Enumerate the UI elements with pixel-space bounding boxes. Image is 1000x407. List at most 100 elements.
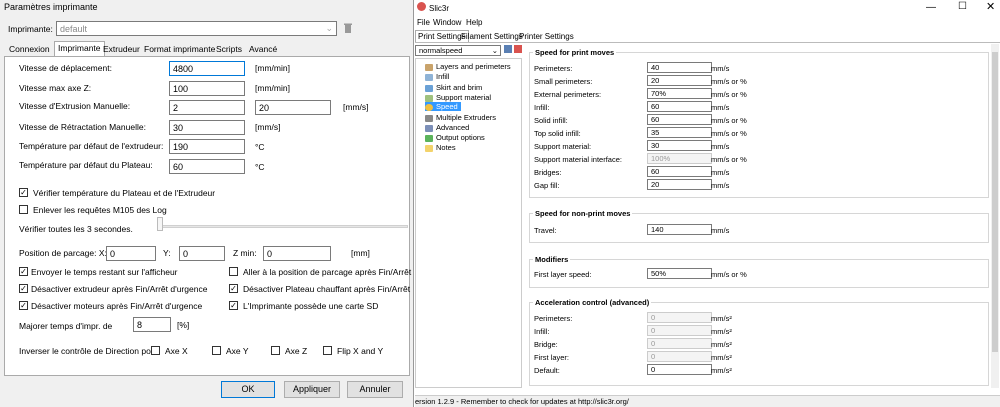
print-move-label: Bridges: xyxy=(534,168,562,177)
tree-item-speed[interactable]: Speed xyxy=(425,102,461,111)
accel-input[interactable]: 0 xyxy=(647,338,712,349)
menu-help[interactable]: Help xyxy=(466,18,482,27)
print-move-input[interactable]: 60 xyxy=(647,166,712,177)
tab-printer-settings[interactable]: Printer Settings xyxy=(519,32,574,41)
check-interval-slider[interactable] xyxy=(158,225,408,228)
travel-speed-input[interactable]: 4800 xyxy=(169,61,245,76)
manual-extrusion-input-2[interactable]: 20 xyxy=(255,100,331,115)
park-y-input[interactable]: 0 xyxy=(179,246,225,261)
print-move-unit: mm/s or % xyxy=(711,77,747,86)
extruder-temp-input[interactable]: 190 xyxy=(169,139,245,154)
flip-xy-checkbox[interactable] xyxy=(323,346,332,355)
scrollbar-thumb[interactable] xyxy=(992,52,998,352)
bed-temp-input[interactable]: 60 xyxy=(169,159,245,174)
check-temp-label: Vérifier température du Plateau et de l'… xyxy=(33,188,216,198)
check-temp-checkbox[interactable]: ✓ xyxy=(19,188,28,197)
close-icon[interactable]: ✕ xyxy=(986,0,995,13)
apply-button[interactable]: Appliquer xyxy=(284,381,340,398)
output-icon xyxy=(425,134,433,142)
park-z-input[interactable]: 0 xyxy=(263,246,331,261)
tree-item-multiple-extruders[interactable]: Multiple Extruders xyxy=(425,113,496,122)
accel-input[interactable]: 0 xyxy=(647,312,712,323)
minimize-icon[interactable]: — xyxy=(926,2,936,13)
retraction-label: Vitesse de Rétractation Manuelle: xyxy=(19,122,146,132)
slic3r-window: Slic3r — ☐ ✕ File Window Help Print Sett… xyxy=(415,0,1000,407)
accel-label: First layer: xyxy=(534,353,570,362)
remove-m105-label: Enlever les requêtes M105 des Log xyxy=(33,205,167,215)
print-move-input[interactable]: 40 xyxy=(647,62,712,73)
ok-button[interactable]: OK xyxy=(221,381,275,398)
zmax-unit: [mm/min] xyxy=(255,83,290,93)
trash-icon[interactable] xyxy=(344,23,352,33)
go-park-checkbox[interactable] xyxy=(229,267,238,276)
first-layer-speed-input[interactable]: 50% xyxy=(647,268,712,279)
maximize-icon[interactable]: ☐ xyxy=(958,1,967,12)
print-move-input[interactable]: 20 xyxy=(647,179,712,190)
printer-label: Imprimante: xyxy=(8,24,53,34)
acceleration-group xyxy=(529,302,989,386)
disable-extruder-checkbox[interactable]: ✓ xyxy=(19,284,28,293)
print-move-input[interactable]: 20 xyxy=(647,75,712,86)
print-move-label: External perimeters: xyxy=(534,90,602,99)
printer-select[interactable]: default ⌄ xyxy=(56,21,337,36)
preset-select[interactable]: normalspeed ⌄ xyxy=(415,45,501,56)
save-preset-icon[interactable] xyxy=(504,45,512,53)
axe-y-checkbox[interactable] xyxy=(212,346,221,355)
manual-extrusion-input-1[interactable]: 2 xyxy=(169,100,245,115)
print-moves-title: Speed for print moves xyxy=(533,48,617,57)
remove-m105-checkbox[interactable] xyxy=(19,205,28,214)
layers-icon xyxy=(425,63,433,71)
menu-file[interactable]: File xyxy=(417,18,430,27)
bed-temp-label: Température par défaut du Plateau: xyxy=(19,160,153,170)
tree-item-skirt[interactable]: Skirt and brim xyxy=(425,83,482,92)
cancel-button[interactable]: Annuler xyxy=(347,381,403,398)
modifiers-title: Modifiers xyxy=(533,255,571,264)
send-time-checkbox[interactable]: ✓ xyxy=(19,267,28,276)
tab-connexion[interactable]: Connexion xyxy=(6,43,53,57)
axe-x-label: Axe X xyxy=(165,346,188,356)
tab-filament-settings[interactable]: Filament Settings xyxy=(461,32,523,41)
print-move-input[interactable]: 30 xyxy=(647,140,712,151)
tab-extrudeur[interactable]: Extrudeur xyxy=(100,43,143,57)
accel-input[interactable]: 0 xyxy=(647,351,712,362)
disable-motors-checkbox[interactable]: ✓ xyxy=(19,301,28,310)
print-move-unit: mm/s xyxy=(711,103,730,112)
acceleration-title: Acceleration control (advanced) xyxy=(533,298,652,307)
axe-z-checkbox[interactable] xyxy=(271,346,280,355)
sd-card-checkbox[interactable]: ✓ xyxy=(229,301,238,310)
menu-window[interactable]: Window xyxy=(433,18,461,27)
accel-label: Bridge: xyxy=(534,340,558,349)
print-move-input[interactable]: 60 xyxy=(647,114,712,125)
accel-input[interactable]: 0 xyxy=(647,325,712,336)
speed-icon xyxy=(425,103,433,111)
print-move-input[interactable]: 60 xyxy=(647,101,712,112)
tab-scripts[interactable]: Scripts xyxy=(213,43,245,57)
print-move-input[interactable]: 35 xyxy=(647,127,712,138)
disable-bed-checkbox[interactable]: ✓ xyxy=(229,284,238,293)
print-move-input[interactable]: 70% xyxy=(647,88,712,99)
tab-avance[interactable]: Avancé xyxy=(246,43,280,57)
tree-item-notes[interactable]: Notes xyxy=(425,143,456,152)
retraction-input[interactable]: 30 xyxy=(169,120,245,135)
delete-preset-icon[interactable] xyxy=(514,45,522,53)
increase-time-input[interactable]: 8 xyxy=(133,317,171,332)
travel-input[interactable]: 140 xyxy=(647,224,712,235)
tree-item-advanced[interactable]: Advanced xyxy=(425,123,469,132)
tree-item-support[interactable]: Support material xyxy=(425,93,491,102)
flip-xy-label: Flip X and Y xyxy=(337,346,384,356)
axe-x-checkbox[interactable] xyxy=(151,346,160,355)
print-move-unit: mm/s or % xyxy=(711,155,747,164)
park-x-input[interactable]: 0 xyxy=(106,246,156,261)
disable-bed-label: Désactiver Plateau chauffant après Fin/A… xyxy=(243,284,412,294)
tab-format-imprimante[interactable]: Format imprimante xyxy=(141,43,218,57)
tree-item-layers[interactable]: Layers and perimeters xyxy=(425,62,511,71)
printer-select-value: default xyxy=(60,24,88,34)
print-move-input[interactable]: 100% xyxy=(647,153,712,164)
tree-item-output[interactable]: Output options xyxy=(425,133,485,142)
accel-input[interactable]: 0 xyxy=(647,364,712,375)
go-park-label: Aller à la position de parcage après Fin… xyxy=(243,267,412,277)
slider-handle[interactable] xyxy=(157,217,163,231)
zmax-input[interactable]: 100 xyxy=(169,81,245,96)
tree-item-infill[interactable]: Infill xyxy=(425,72,449,81)
tab-imprimante[interactable]: Imprimante xyxy=(54,41,105,57)
